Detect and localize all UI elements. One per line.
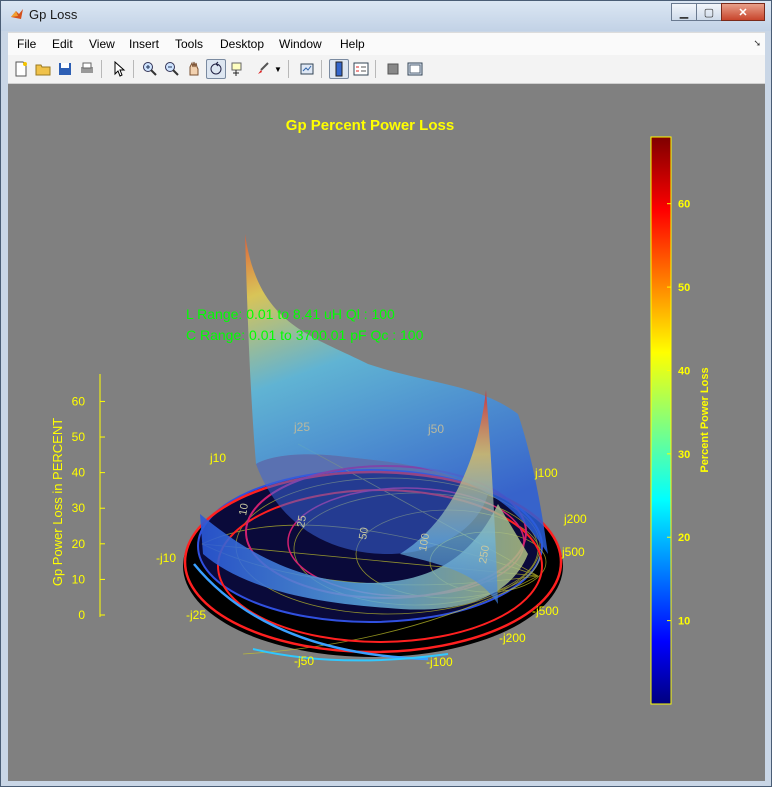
pointer-button[interactable] (109, 59, 129, 79)
rotate-3d-icon (210, 61, 222, 75)
colorbar: 10 20 30 40 50 60 Percent Power Loss (650, 136, 711, 705)
z-axis-tick-label: 20 (72, 537, 86, 551)
data-cursor-button[interactable] (228, 59, 248, 79)
smith-label-j10: j10 (209, 451, 226, 465)
brush-dropdown[interactable]: ▼ (273, 59, 283, 79)
link-plot-button[interactable] (297, 59, 317, 79)
legend-toggle-icon (353, 62, 369, 76)
show-plot-tools-icon (407, 62, 423, 76)
figure-window: Gp Loss ▁ ▢ ✕ File Edit View Insert Tool… (0, 0, 772, 787)
hide-plot-tools-icon (387, 63, 399, 75)
brush-button[interactable] (253, 59, 273, 79)
smith-label-neg-j50: -j50 (294, 654, 314, 668)
colorbar-tick-label: 30 (678, 449, 690, 461)
smith-label-neg-j10: -j10 (156, 551, 176, 565)
colorbar-tick-label: 50 (678, 282, 690, 294)
smith-label-j25: j25 (293, 420, 310, 434)
new-figure-button[interactable] (11, 59, 31, 79)
link-plot-icon (300, 63, 314, 75)
menu-help[interactable]: Help (340, 37, 365, 51)
legend-toggle-button[interactable] (351, 59, 371, 79)
z-axis-tick-label: 60 (72, 394, 86, 408)
zoom-in-button[interactable] (140, 59, 160, 79)
smith-label-neg-j100: -j100 (426, 655, 453, 669)
print-button[interactable] (77, 59, 97, 79)
plot-title: Gp Percent Power Loss (286, 117, 454, 134)
annotation-l-range: L Range: 0.01 to 8.41 uH Ql : 100 (186, 306, 395, 322)
z-axis-tick-label: 0 (78, 608, 85, 622)
minimize-button[interactable]: ▁ (671, 3, 697, 21)
smith-label-neg-j25: -j25 (186, 608, 206, 622)
smith-label-r10: 10 (237, 502, 251, 516)
z-axis-tick-label: 10 (72, 572, 86, 586)
pointer-icon (114, 61, 126, 77)
zoom-out-button[interactable] (162, 59, 182, 79)
menu-view[interactable]: View (89, 37, 115, 51)
close-icon: ✕ (738, 6, 748, 19)
dock-arrow-icon[interactable]: ➘ (753, 38, 761, 49)
smith-label-j50: j50 (427, 422, 444, 436)
menu-bar: File Edit View Insert Tools Desktop Wind… (8, 32, 765, 55)
zoom-in-icon (143, 62, 157, 76)
close-button[interactable]: ✕ (721, 3, 765, 21)
pan-icon (189, 61, 199, 76)
colorbar-tick-label: 60 (678, 199, 690, 211)
zoom-out-icon (165, 62, 179, 76)
z-axis-tick-label: 30 (72, 501, 86, 515)
brush-dropdown-icon: ▼ (274, 64, 282, 74)
open-file-button[interactable] (33, 59, 53, 79)
menu-window[interactable]: Window (279, 37, 322, 51)
figure-toolbar: ▼ (8, 55, 765, 84)
maximize-icon: ▢ (703, 6, 715, 19)
smith-label-neg-j500: -j500 (532, 604, 559, 618)
figure-canvas[interactable]: Gp Percent Power Loss L Range: 0.01 to 8… (8, 84, 765, 781)
new-figure-icon (15, 61, 27, 77)
menu-file[interactable]: File (17, 37, 36, 51)
colorbar-tick-label: 20 (678, 532, 690, 544)
print-icon (81, 62, 93, 73)
window-title: Gp Loss (29, 7, 78, 22)
z-axis-tick-label: 40 (72, 466, 86, 480)
open-file-icon (35, 64, 51, 76)
menu-tools[interactable]: Tools (175, 37, 203, 51)
smith-label-r25: 25 (295, 514, 309, 528)
smith-label-neg-j200: -j200 (499, 631, 526, 645)
colorbar-label: Percent Power Loss (699, 367, 711, 472)
plot-area[interactable]: Gp Percent Power Loss L Range: 0.01 to 8… (8, 84, 765, 781)
colorbar-gradient (650, 136, 672, 705)
brush-icon (258, 62, 269, 74)
save-icon (59, 63, 71, 75)
smith-label-r50: 50 (357, 526, 371, 540)
save-button[interactable] (55, 59, 75, 79)
menu-edit[interactable]: Edit (52, 37, 73, 51)
colorbar-toggle-icon (335, 61, 343, 77)
title-bar[interactable]: Gp Loss ▁ ▢ ✕ (1, 1, 771, 31)
smith-label-j100: j100 (534, 466, 558, 480)
colorbar-tick-label: 10 (678, 616, 690, 628)
smith-label-j200: j200 (563, 512, 587, 526)
matlab-logo-icon (11, 9, 23, 19)
minimize-icon: ▁ (679, 6, 689, 19)
rotate-3d-button[interactable] (206, 59, 226, 79)
z-axis-tick-label: 50 (72, 430, 86, 444)
z-axis: 0 10 20 30 40 50 60 Gp Power Loss in PERCENT (50, 374, 105, 622)
menu-desktop[interactable]: Desktop (220, 37, 264, 51)
colorbar-toggle-button[interactable] (329, 59, 349, 79)
menu-insert[interactable]: Insert (129, 37, 159, 51)
pan-button[interactable] (184, 59, 204, 79)
annotation-c-range: C Range: 0.01 to 3700.01 pF Qc : 100 (186, 327, 424, 343)
maximize-button[interactable]: ▢ (696, 3, 722, 21)
hide-plot-tools-button[interactable] (383, 59, 403, 79)
smith-label-j500: j500 (561, 545, 585, 559)
colorbar-tick-label: 40 (678, 365, 690, 377)
z-axis-label: Gp Power Loss in PERCENT (50, 418, 65, 586)
data-cursor-icon (231, 62, 242, 76)
show-plot-tools-button[interactable] (405, 59, 425, 79)
